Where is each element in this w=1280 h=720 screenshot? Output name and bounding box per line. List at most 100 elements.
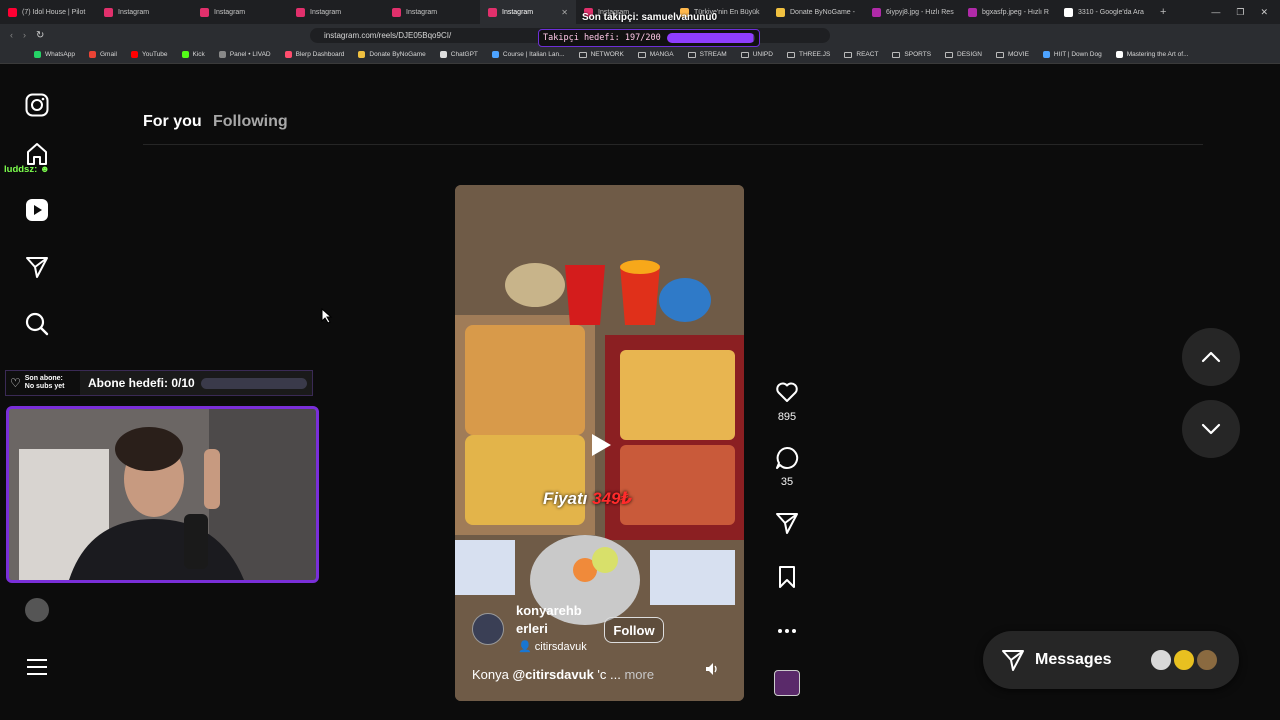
bookmark-item[interactable]: Mastering the Art of... xyxy=(1115,51,1189,58)
window-controls[interactable]: — ❐ ✕ xyxy=(1211,7,1280,18)
hamburger-menu-icon[interactable] xyxy=(24,654,50,680)
original-audio-thumbnail[interactable] xyxy=(774,670,800,696)
back-forward-icons[interactable]: ‹› xyxy=(0,30,36,40)
author-line-1: konyarehb xyxy=(516,603,582,618)
bookmark-favicon-icon xyxy=(439,51,447,58)
direct-messages-icon[interactable] xyxy=(24,254,50,280)
caption-mention[interactable]: @citirsdavuk xyxy=(512,667,593,682)
tabs-divider xyxy=(143,144,1203,145)
close-window-icon[interactable]: ✕ xyxy=(1260,7,1268,18)
reel-audio[interactable]: 👤 citirsdavuk xyxy=(518,640,587,653)
restore-icon[interactable]: ❐ xyxy=(1236,7,1244,18)
reels-icon[interactable] xyxy=(24,197,50,223)
bookmark-item[interactable]: Kick xyxy=(181,51,205,58)
caption-prefix: Konya xyxy=(472,667,513,682)
reload-icon[interactable]: ↻ xyxy=(36,30,44,41)
browser-tab[interactable]: Instagram xyxy=(192,0,288,24)
bookmark-item[interactable]: Course | Italian Lan... xyxy=(491,51,565,58)
search-icon[interactable] xyxy=(24,311,50,337)
bookmark-folder[interactable]: REACT xyxy=(844,51,878,58)
chevron-up-icon xyxy=(1201,351,1221,363)
last-follower-overlay: Son takipçi: samuelvanunu0 xyxy=(582,12,718,23)
bookmark-favicon-icon xyxy=(218,51,226,58)
like-heart-icon[interactable] xyxy=(775,380,799,404)
tab-following[interactable]: Following xyxy=(213,113,288,131)
share-icon[interactable] xyxy=(775,511,799,535)
direct-message-icon xyxy=(1002,650,1024,671)
bookmark-item[interactable]: ChatGPT xyxy=(439,51,478,58)
bookmark-item[interactable]: Gmail xyxy=(89,51,117,58)
caption-more-link[interactable]: more xyxy=(624,667,654,682)
browser-tab[interactable]: Instagram xyxy=(384,0,480,24)
bookmark-item[interactable]: HIIT | Down Dog xyxy=(1042,51,1102,58)
previous-reel-button[interactable] xyxy=(1182,328,1240,386)
bookmark-label: Course | Italian Lan... xyxy=(502,51,565,58)
bookmark-item[interactable]: Donate ByNoGame xyxy=(358,51,426,58)
bookmark-item[interactable]: WhatsApp xyxy=(34,51,75,58)
bookmark-label: STREAM xyxy=(699,51,727,58)
last-subscriber-panel: ♡ Son abone: No subs yet xyxy=(6,371,80,395)
tab-favicon-icon xyxy=(392,7,401,17)
profile-avatar[interactable] xyxy=(25,598,49,622)
folder-icon xyxy=(892,51,901,58)
browser-tab[interactable]: bgxasfp.jpeg - Hızlı R xyxy=(960,0,1056,24)
tab-title: bgxasfp.jpeg - Hızlı R xyxy=(982,8,1049,16)
tab-title: Instagram xyxy=(214,8,246,16)
bookmark-folder[interactable]: DESIGN xyxy=(945,51,982,58)
bookmark-label: Kick xyxy=(192,51,205,58)
bookmark-folder[interactable]: SPORTS xyxy=(892,51,931,58)
tab-title: Donate ByNoGame - xyxy=(790,8,855,16)
bookmark-folder[interactable]: STREAM xyxy=(687,51,727,58)
bookmark-label: REACT xyxy=(856,51,879,58)
follower-goal-label: Takipçi hedefi: 197/200 xyxy=(543,33,661,43)
heart-outline-icon: ♡ xyxy=(10,376,21,390)
bookmark-item[interactable]: Panel • LIVAD xyxy=(218,51,271,58)
bookmark-label: HIIT | Down Dog xyxy=(1053,51,1102,58)
bookmark-folder[interactable]: MOVIE xyxy=(995,51,1029,58)
browser-tab[interactable]: Instagram ✕ xyxy=(480,0,576,24)
folder-icon xyxy=(687,51,696,58)
next-reel-button[interactable] xyxy=(1182,400,1240,458)
browser-tab[interactable]: 6iypyj8.jpg - Hızlı Res xyxy=(864,0,960,24)
browser-tab[interactable]: Instagram xyxy=(288,0,384,24)
volume-icon[interactable] xyxy=(704,661,720,677)
reel-caption[interactable]: Konya @citirsdavuk 'c ... more xyxy=(472,667,654,682)
new-tab-icon[interactable]: + xyxy=(1152,6,1174,18)
minimize-icon[interactable]: — xyxy=(1211,7,1220,18)
bookmark-label: THREE.JS xyxy=(798,51,831,58)
comment-icon[interactable] xyxy=(775,446,799,470)
messages-button[interactable]: Messages xyxy=(983,631,1239,689)
tab-title: 3310 - Google'da Ara xyxy=(1078,8,1144,16)
subscriber-goal-overlay: ♡ Son abone: No subs yet Abone hedefi: 0/… xyxy=(5,370,313,396)
tab-for-you[interactable]: For you xyxy=(143,113,202,131)
more-options-icon[interactable] xyxy=(775,619,799,643)
reel-video[interactable]: Fiyatı 349₺ konyarehb erleri 👤 citirsdavu… xyxy=(455,185,744,701)
tab-favicon-icon xyxy=(872,7,881,17)
bookmark-folder[interactable]: UNIPD xyxy=(740,51,773,58)
instagram-logo-icon[interactable] xyxy=(24,92,50,118)
browser-tab[interactable]: Donate ByNoGame - xyxy=(768,0,864,24)
browser-tab[interactable]: (7) Idol House | Pilot xyxy=(0,0,96,24)
reel-author-name[interactable]: konyarehb erleri xyxy=(516,602,596,638)
close-tab-icon[interactable]: ✕ xyxy=(561,8,568,17)
tab-favicon-icon xyxy=(968,7,977,17)
chat-username-text: luddsz: xyxy=(4,164,38,175)
tab-title: Instagram xyxy=(310,8,342,16)
bookmark-item[interactable]: Blerp Dashboard xyxy=(284,51,344,58)
bookmark-favicon-icon xyxy=(284,51,292,58)
play-icon[interactable] xyxy=(586,431,614,459)
bookmark-icon[interactable] xyxy=(775,565,799,589)
follow-button[interactable]: Follow xyxy=(604,617,664,643)
last-sub-line2: No subs yet xyxy=(24,383,65,390)
bookmark-folder[interactable]: THREE.JS xyxy=(786,51,831,58)
bookmark-folder[interactable]: MANGA xyxy=(637,51,674,58)
tab-favicon-icon xyxy=(8,7,17,17)
folder-icon xyxy=(844,51,853,58)
browser-tab[interactable]: Instagram xyxy=(96,0,192,24)
reel-author-avatar[interactable] xyxy=(472,613,504,645)
browser-tab[interactable]: 3310 - Google'da Ara xyxy=(1056,0,1152,24)
tab-title: Instagram xyxy=(406,8,438,16)
bookmark-folder[interactable]: NETWORK xyxy=(578,51,624,58)
bookmark-item[interactable]: YouTube xyxy=(130,51,168,58)
message-avatar xyxy=(1195,648,1219,672)
